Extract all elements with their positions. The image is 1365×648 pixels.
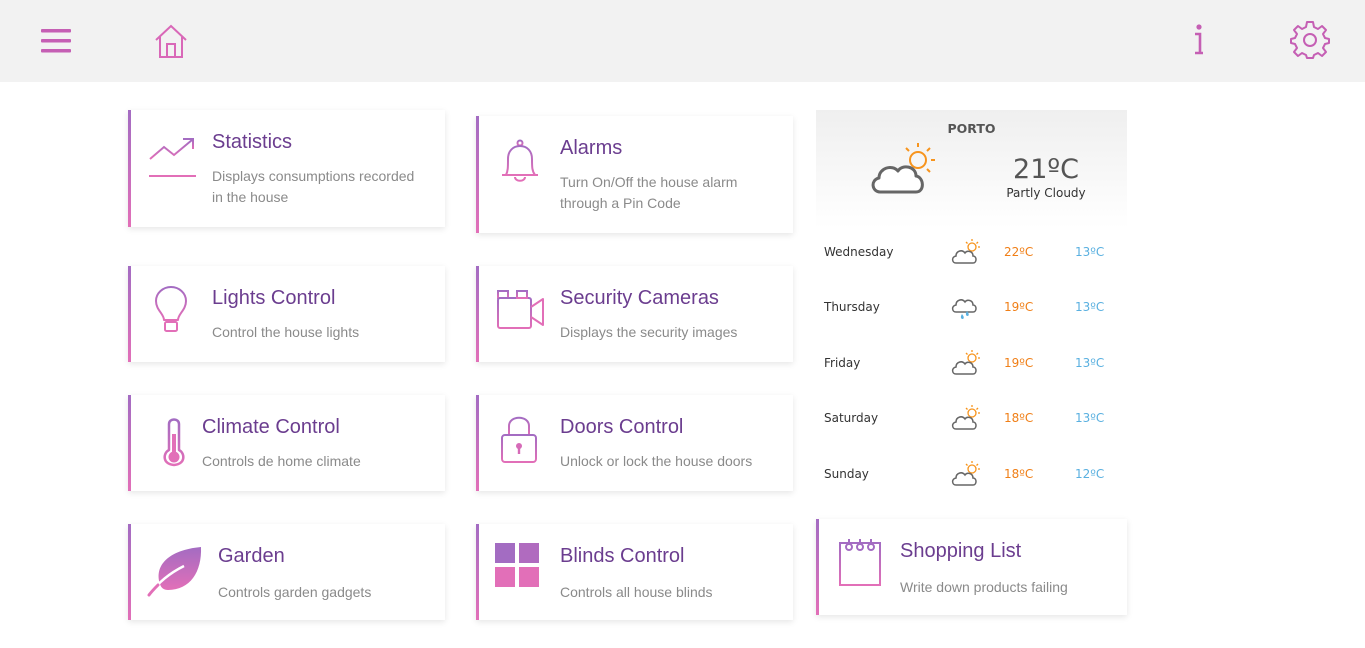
forecast-row: Thursday 19ºC 13ºC (816, 292, 1127, 322)
home-icon (155, 24, 187, 58)
card-security-cameras[interactable]: Security Cameras Displays the security i… (476, 266, 793, 362)
card-statistics[interactable]: Statistics Displays consumptions recorde… (128, 110, 445, 227)
partly-cloudy-icon (950, 348, 982, 379)
card-description: Turn On/Off the house alarm through a Pi… (560, 174, 738, 211)
forecast-high: 22ºC (1004, 245, 1034, 259)
trend-chart-icon (146, 134, 198, 180)
current-condition: Partly Cloudy (1006, 186, 1086, 200)
card-title: Lights Control (212, 287, 336, 309)
card-title: Blinds Control (560, 545, 685, 567)
card-description: Controls garden gadgets (218, 584, 372, 600)
card-title: Security Cameras (560, 287, 719, 309)
card-title: Statistics (212, 131, 293, 153)
card-title: Alarms (560, 137, 623, 159)
hamburger-menu-icon (41, 29, 71, 53)
card-title: Doors Control (560, 416, 684, 438)
forecast-day: Friday (824, 356, 861, 370)
card-description: Controls all house blinds (560, 584, 713, 600)
card-lights-control[interactable]: Lights Control Control the house lights (128, 266, 445, 362)
partly-cloudy-icon (950, 237, 982, 268)
light-bulb-icon (148, 284, 194, 336)
blinds-grid-icon (494, 542, 542, 590)
settings-button[interactable] (1288, 18, 1332, 62)
forecast-row: Friday 19ºC 13ºC (816, 348, 1127, 378)
bell-icon (496, 138, 544, 186)
forecast-row: Saturday 18ºC 13ºC (816, 403, 1127, 433)
card-garden[interactable]: Garden Controls garden gadgets (128, 524, 445, 620)
card-accent-bar (128, 395, 131, 491)
forecast-low: 13ºC (1075, 245, 1105, 259)
forecast-low: 12ºC (1075, 467, 1105, 481)
card-accent-bar (816, 519, 819, 615)
card-title: Climate Control (202, 416, 340, 438)
forecast-day: Thursday (824, 300, 880, 314)
forecast-low: 13ºC (1075, 411, 1105, 425)
card-alarms[interactable]: Alarms Turn On/Off the house alarm throu… (476, 116, 793, 233)
weather-city: PORTO (947, 121, 996, 136)
card-title: Garden (218, 545, 285, 567)
info-button[interactable] (1184, 20, 1214, 60)
weather-widget: PORTO 21ºC Partly Cloudy Wednesday 22ºC … (816, 110, 1127, 503)
forecast-day: Wednesday (824, 245, 894, 259)
forecast-low: 13ºC (1075, 356, 1105, 370)
partly-cloudy-icon (950, 403, 982, 434)
current-temperature: 21ºC (1013, 154, 1079, 185)
card-accent-bar (476, 266, 479, 362)
card-description: Displays the security images (560, 324, 738, 340)
card-accent-bar (128, 110, 131, 227)
card-accent-bar (476, 524, 479, 620)
leaf-icon (146, 544, 204, 598)
partly-cloudy-icon (868, 140, 940, 201)
forecast-row: Wednesday 22ºC 13ºC (816, 237, 1127, 267)
padlock-icon (498, 413, 540, 465)
video-camera-icon (494, 286, 546, 332)
rain-cloud-icon (950, 292, 982, 325)
card-shopping-list[interactable]: Shopping List Write down products failin… (816, 519, 1127, 615)
menu-button[interactable] (36, 22, 76, 60)
card-description: Unlock or lock the house doors (560, 453, 753, 469)
forecast-high: 19ºC (1004, 356, 1034, 370)
forecast-day: Saturday (824, 411, 879, 425)
card-accent-bar (476, 395, 479, 491)
home-button[interactable] (150, 20, 192, 62)
card-title: Shopping List (900, 540, 1022, 562)
weather-header: PORTO 21ºC Partly Cloudy (816, 110, 1127, 228)
forecast-high: 19ºC (1004, 300, 1034, 314)
thermometer-icon (158, 415, 190, 469)
forecast-low: 13ºC (1075, 300, 1105, 314)
top-bar (0, 0, 1365, 82)
forecast-high: 18ºC (1004, 411, 1034, 425)
card-description: Control the house lights (212, 324, 360, 340)
card-accent-bar (476, 116, 479, 233)
forecast-high: 18ºC (1004, 467, 1034, 481)
card-blinds-control[interactable]: Blinds Control Controls all house blinds (476, 524, 793, 620)
info-icon (1195, 24, 1203, 55)
card-description: Displays consumptions recorded in the ho… (212, 168, 415, 205)
card-accent-bar (128, 524, 131, 620)
notepad-icon (836, 537, 884, 589)
partly-cloudy-icon (950, 459, 982, 490)
card-description: Controls de home climate (202, 453, 361, 469)
card-doors-control[interactable]: Doors Control Unlock or lock the house d… (476, 395, 793, 491)
card-description: Write down products failing (900, 579, 1068, 595)
forecast-day: Sunday (824, 467, 869, 481)
gear-icon (1290, 21, 1330, 59)
forecast-row: Sunday 18ºC 12ºC (816, 459, 1127, 489)
card-accent-bar (128, 266, 131, 362)
card-climate-control[interactable]: Climate Control Controls de home climate (128, 395, 445, 491)
